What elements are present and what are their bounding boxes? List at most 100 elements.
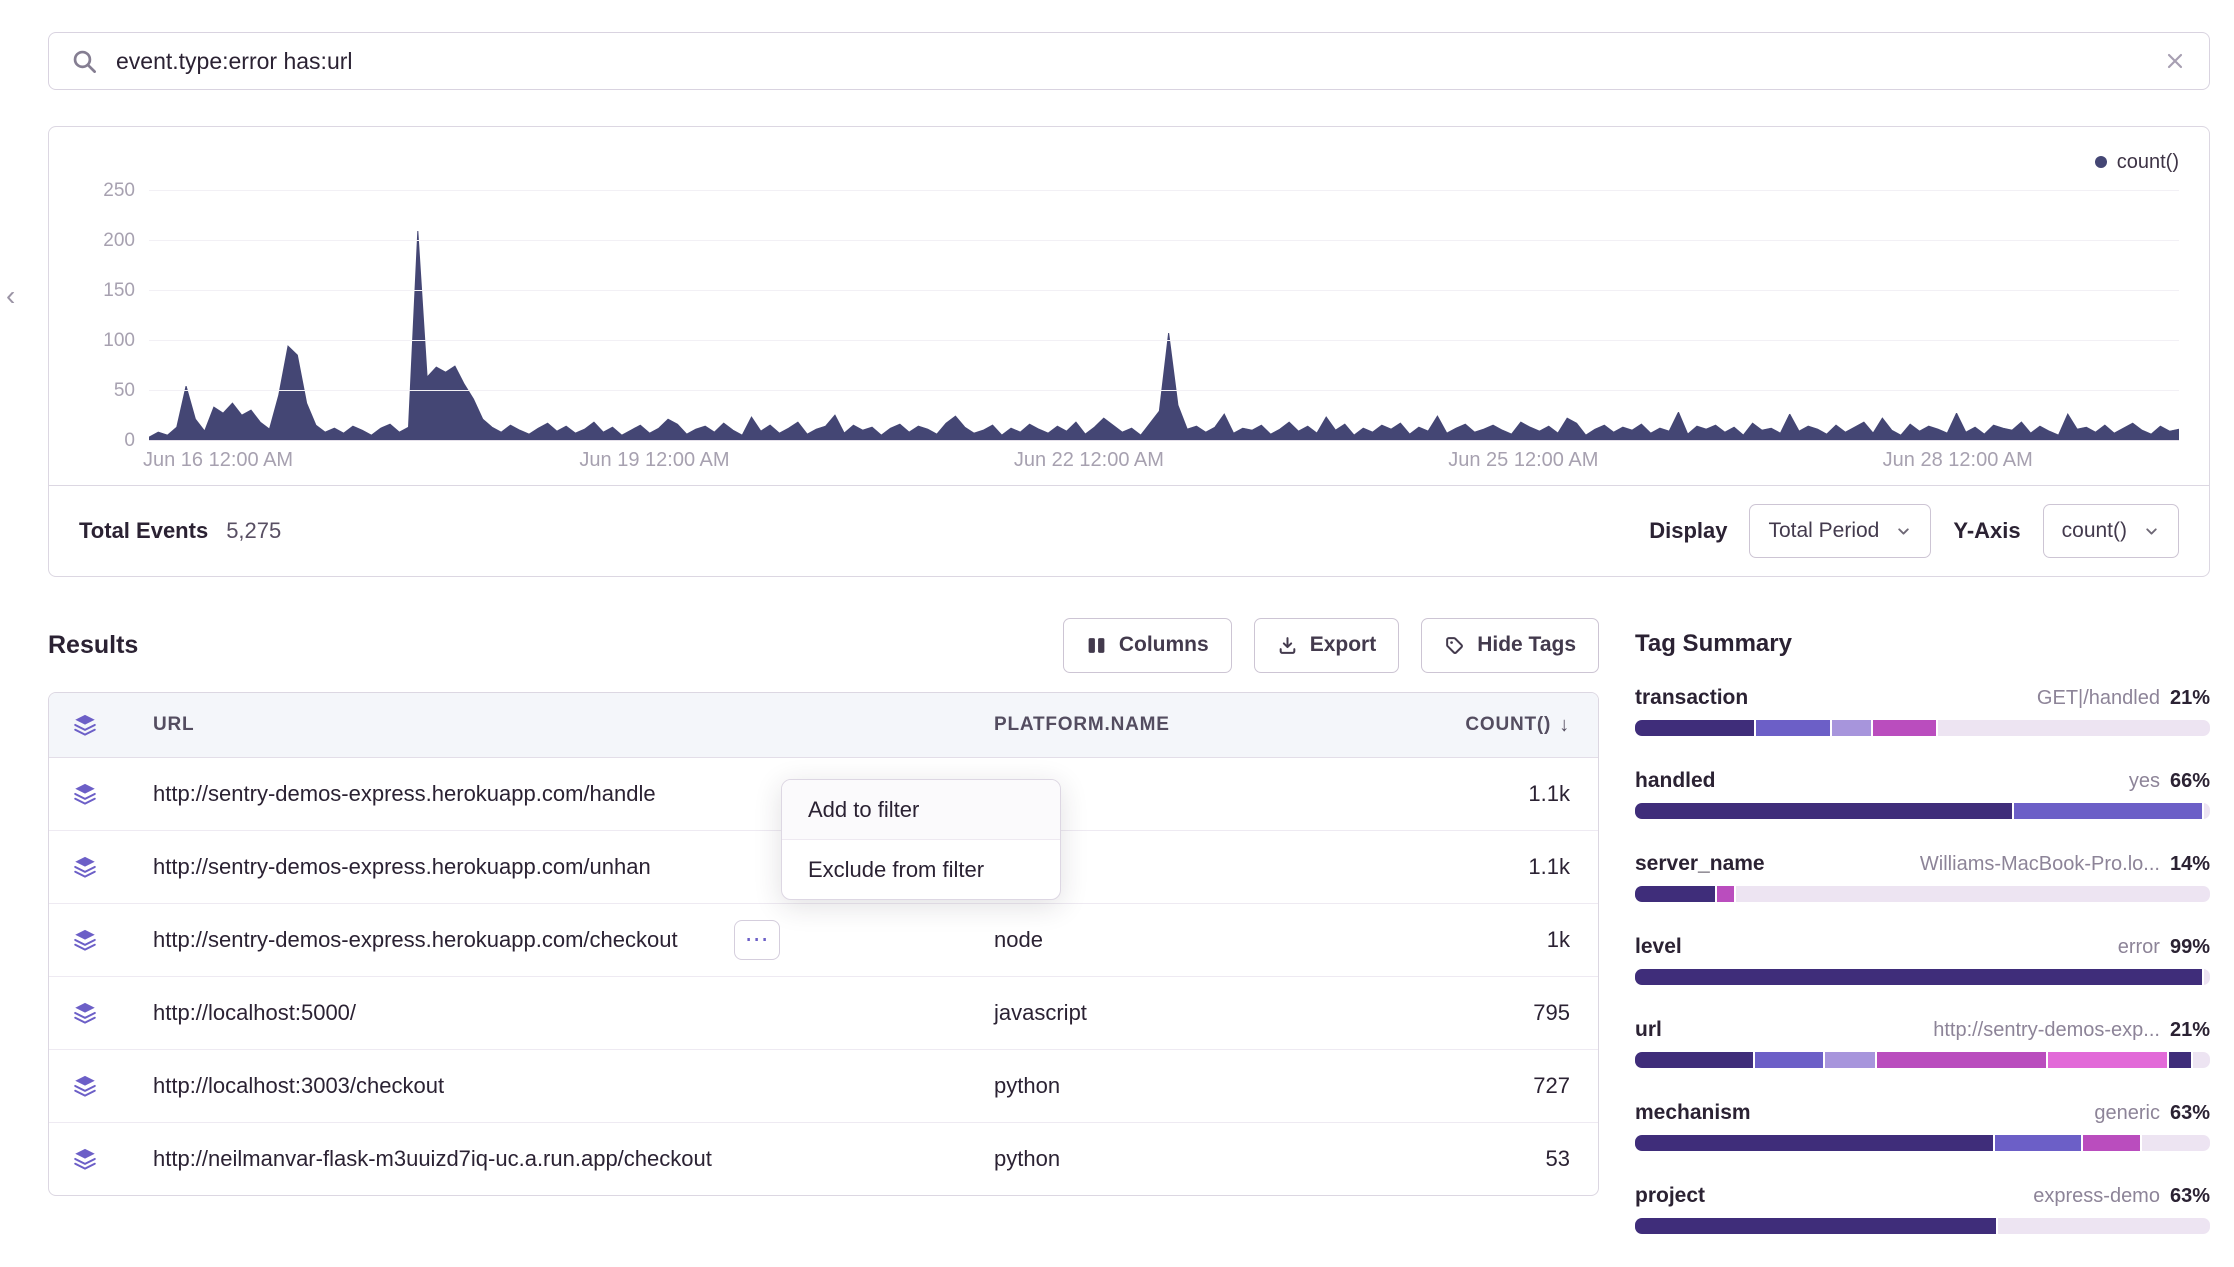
tag-bar-segment[interactable] — [2193, 1052, 2210, 1068]
discover-page: ‹ count() 050100150200250 Jun 16 12:00 A… — [0, 0, 2234, 1224]
y-tick-label: 50 — [114, 380, 135, 402]
tag-bar-segment[interactable] — [1635, 720, 1754, 736]
chevron-down-icon — [1895, 523, 1912, 540]
tag-top-value: http://sentry-demos-exp... — [1933, 1019, 2160, 1042]
platform-column-header[interactable]: PLATFORM.NAME — [978, 714, 1418, 736]
tag-bar-segment[interactable] — [2204, 803, 2210, 819]
total-events-value: 5,275 — [226, 518, 281, 544]
table-row[interactable]: http://localhost:5000/javascript795 — [49, 976, 1598, 1049]
tag-name: handled — [1635, 769, 1716, 793]
tag-bar-segment[interactable] — [1832, 720, 1872, 736]
url-cell[interactable]: http://localhost:3003/checkout — [121, 1073, 978, 1099]
url-cell[interactable]: http://localhost:5000/ — [121, 1000, 978, 1026]
columns-button[interactable]: Columns — [1063, 618, 1232, 673]
export-button[interactable]: Export — [1254, 618, 1400, 673]
tag-bar-segment[interactable] — [1635, 1218, 1996, 1234]
display-label: Display — [1649, 518, 1727, 544]
tag-bar[interactable] — [1635, 1218, 2210, 1234]
tag-bar[interactable] — [1635, 803, 2210, 819]
y-tick-label: 100 — [103, 330, 135, 352]
content-row: Results Columns Export — [48, 616, 2210, 1267]
row-stack-cell — [49, 1146, 121, 1172]
menu-item-add-to-filter[interactable]: Add to filter — [782, 780, 1060, 840]
url-cell[interactable]: http://neilmanvar-flask-m3uuizd7iq-uc.a.… — [121, 1146, 978, 1172]
url-text: http://localhost:3003/checkout — [153, 1073, 444, 1099]
search-input[interactable] — [114, 47, 2163, 76]
sidebar-collapse-icon[interactable]: ‹ — [6, 282, 15, 310]
legend-dot-icon — [2095, 156, 2107, 168]
tag-name: transaction — [1635, 686, 1748, 710]
tag-bar[interactable] — [1635, 886, 2210, 902]
tag-percent: 21% — [2170, 1019, 2210, 1042]
tag-bar[interactable] — [1635, 969, 2210, 985]
clear-icon[interactable] — [2163, 49, 2187, 73]
tag-bar-segment[interactable] — [1717, 886, 1734, 902]
tag-bar-segment[interactable] — [1635, 886, 1715, 902]
tag-bar-segment[interactable] — [1635, 969, 2202, 985]
gridline — [149, 390, 2179, 391]
row-actions-button[interactable]: ⋯ — [734, 920, 780, 960]
table-header: URL PLATFORM.NAME COUNT() ↓ — [49, 693, 1598, 758]
tag-top-value: yes — [2129, 770, 2160, 793]
chart-plot[interactable] — [149, 191, 2179, 441]
tag-bar[interactable] — [1635, 1052, 2210, 1068]
y-axis-select[interactable]: count() — [2043, 504, 2179, 558]
gridline — [149, 290, 2179, 291]
tag-bar-segment[interactable] — [2048, 1052, 2166, 1068]
table-row[interactable]: http://sentry-demos-express.herokuapp.co… — [49, 903, 1598, 976]
count-column-label: COUNT() — [1465, 714, 1551, 736]
tag-bar-segment[interactable] — [1877, 1052, 2046, 1068]
stack-column-header — [49, 712, 121, 738]
tag-bar-segment[interactable] — [2204, 969, 2210, 985]
y-tick-label: 150 — [103, 280, 135, 302]
tag-bar-segment[interactable] — [2142, 1135, 2210, 1151]
tag-bar-segment[interactable] — [2014, 803, 2202, 819]
export-icon — [1277, 635, 1298, 656]
x-tick-label: Jun 25 12:00 AM — [1448, 449, 1598, 472]
ellipsis-icon: ⋯ — [745, 928, 769, 952]
hide-tags-button[interactable]: Hide Tags — [1421, 618, 1599, 673]
url-text: http://localhost:5000/ — [153, 1000, 356, 1026]
chart-y-axis: 050100150200250 — [79, 191, 135, 441]
table-row[interactable]: http://localhost:3003/checkoutpython727 — [49, 1049, 1598, 1122]
tag-name: level — [1635, 935, 1682, 959]
count-cell: 727 — [1418, 1073, 1598, 1099]
tag-bar-segment[interactable] — [1736, 886, 2210, 902]
menu-item-exclude-from-filter[interactable]: Exclude from filter — [782, 840, 1060, 899]
table-row[interactable]: http://neilmanvar-flask-m3uuizd7iq-uc.a.… — [49, 1122, 1598, 1195]
chart-legend[interactable]: count() — [79, 147, 2179, 177]
tag-bar-segment[interactable] — [1755, 1052, 1823, 1068]
tag-bar[interactable] — [1635, 720, 2210, 736]
tag-bar-segment[interactable] — [1998, 1218, 2210, 1234]
area-chart — [149, 191, 2179, 441]
row-stack-cell — [49, 1000, 121, 1026]
tag-name: server_name — [1635, 852, 1765, 876]
display-select[interactable]: Total Period — [1749, 504, 1931, 558]
tag-bar[interactable] — [1635, 1135, 2210, 1151]
url-cell[interactable]: http://sentry-demos-express.herokuapp.co… — [121, 920, 978, 960]
count-cell: 1.1k — [1418, 854, 1598, 880]
chart-footer: Total Events 5,275 Display Total Period … — [49, 485, 2209, 576]
tag-bar-segment[interactable] — [2083, 1135, 2140, 1151]
tag-bar-segment[interactable] — [1873, 720, 1935, 736]
tag-bar-segment[interactable] — [1938, 720, 2210, 736]
results-bar: Results Columns Export — [48, 616, 1599, 674]
url-column-header[interactable]: URL — [121, 714, 978, 736]
tag-bar-segment[interactable] — [1635, 1135, 1993, 1151]
results-title: Results — [48, 631, 138, 660]
search-bar — [48, 32, 2210, 90]
tag-bar-segment[interactable] — [1825, 1052, 1876, 1068]
tag-bar-segment[interactable] — [1635, 803, 2012, 819]
stack-icon — [72, 927, 98, 953]
row-stack-cell — [49, 1073, 121, 1099]
tag-bar-segment[interactable] — [1635, 1052, 1753, 1068]
tag-bar-segment[interactable] — [1995, 1135, 2080, 1151]
url-text: http://sentry-demos-express.herokuapp.co… — [153, 854, 651, 880]
gridline — [149, 340, 2179, 341]
x-tick-label: Jun 28 12:00 AM — [1883, 449, 2033, 472]
tag-block-project: projectexpress-demo63% — [1635, 1184, 2210, 1234]
tag-bar-segment[interactable] — [2169, 1052, 2192, 1068]
count-column-header[interactable]: COUNT() ↓ — [1418, 714, 1598, 737]
tag-bar-segment[interactable] — [1756, 720, 1830, 736]
count-cell: 53 — [1418, 1146, 1598, 1172]
